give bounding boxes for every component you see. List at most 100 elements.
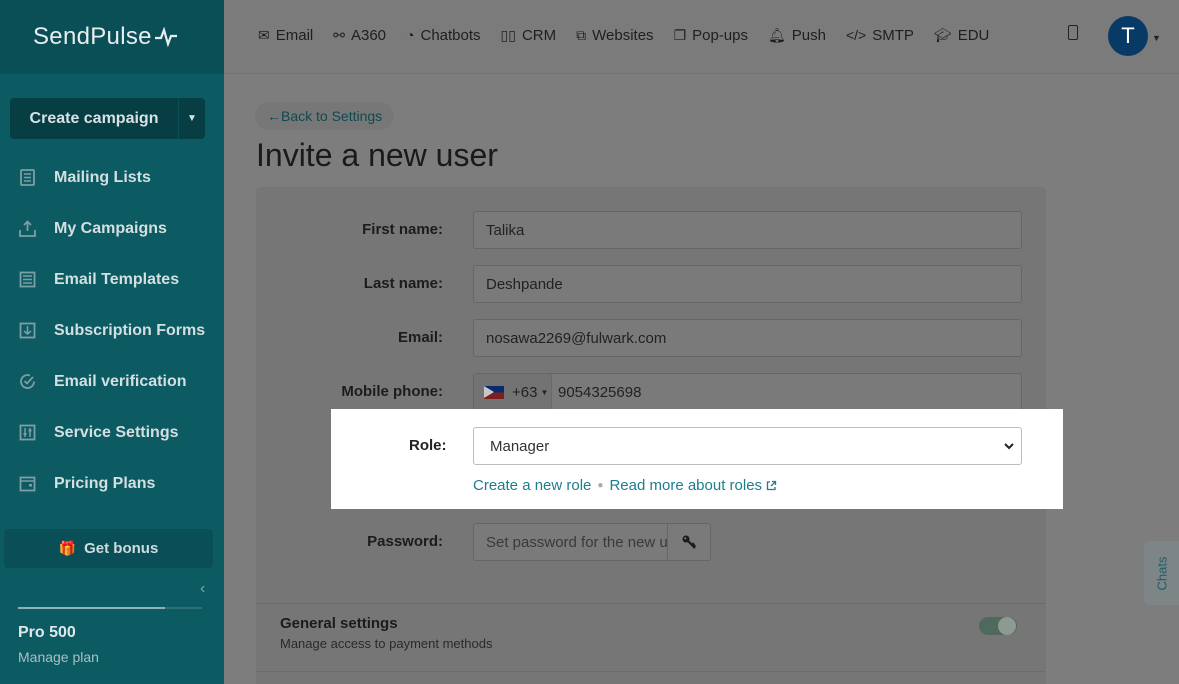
sidebar: SendPulse Create campaign ▼ Mailing List… bbox=[0, 0, 224, 684]
collapse-sidebar-chevron-icon[interactable]: ‹ bbox=[200, 580, 205, 598]
address-book-icon bbox=[19, 169, 36, 186]
sendpulse-logo[interactable]: SendPulse bbox=[0, 0, 224, 74]
password-label: Password: bbox=[367, 533, 443, 550]
sidebar-item-pricing-plans[interactable]: Pricing Plans bbox=[0, 458, 224, 509]
sidebar-item-label: Mailing Lists bbox=[54, 168, 151, 186]
user-menu-caret-icon[interactable]: ▼ bbox=[1152, 33, 1161, 43]
top-bar: ✉ Email ⚯ A360 ◔ Chatbots ▯▯ CRM ⧉ Websites ❐… bbox=[224, 0, 1179, 74]
topnav-label: SMTP bbox=[872, 26, 914, 44]
topnav-popups[interactable]: ❐ Pop-ups bbox=[674, 27, 748, 44]
mobile-app-icon[interactable] bbox=[1068, 25, 1078, 40]
general-settings-subtitle: Manage access to payment methods bbox=[280, 636, 493, 651]
topnav-a360[interactable]: ⚯ A360 bbox=[333, 27, 386, 44]
topnav-label: Chatbots bbox=[420, 26, 481, 44]
plan-usage-progress bbox=[18, 607, 202, 609]
topnav-label: Websites bbox=[592, 26, 654, 44]
topnav-label: Push bbox=[791, 26, 826, 44]
topnav-edu[interactable]: 🎓︎ EDU bbox=[934, 27, 989, 44]
role-select[interactable]: Manager bbox=[473, 427, 1022, 465]
sidebar-item-mailing-lists[interactable]: Mailing Lists bbox=[0, 152, 224, 203]
mobile-phone-input: +63 ▼ 9054325698 bbox=[473, 373, 1022, 411]
mobile-phone-row: Mobile phone: +63 ▼ 9054325698 bbox=[256, 373, 1046, 411]
sidebar-item-email-verification[interactable]: Email verification bbox=[0, 356, 224, 407]
wallet-icon bbox=[19, 475, 36, 492]
template-icon bbox=[19, 271, 36, 288]
separator-dot: ● bbox=[597, 480, 604, 491]
form-icon bbox=[19, 322, 36, 339]
first-name-row: First name: Talika bbox=[256, 211, 1046, 249]
divider bbox=[256, 671, 1046, 672]
page-title: Invite a new user bbox=[256, 137, 498, 173]
email-label: Email: bbox=[397, 329, 443, 346]
plan-usage-fill bbox=[18, 607, 166, 609]
get-bonus-label: Get bonus bbox=[84, 540, 159, 557]
first-name-input[interactable]: Talika bbox=[473, 211, 1022, 249]
key-icon bbox=[682, 535, 696, 549]
sidebar-item-label: Service Settings bbox=[54, 423, 179, 441]
user-avatar[interactable]: T bbox=[1108, 16, 1148, 56]
topnav-email[interactable]: ✉ Email bbox=[258, 27, 313, 44]
role-label: Role: bbox=[409, 437, 447, 454]
password-row: Password: Set password for the new user bbox=[256, 523, 1046, 561]
sidebar-item-label: Email Templates bbox=[54, 270, 180, 288]
generate-password-button[interactable] bbox=[667, 523, 711, 561]
back-to-settings-link[interactable]: ←Back to Settings bbox=[255, 102, 395, 130]
top-nav: ✉ Email ⚯ A360 ◔ Chatbots ▯▯ CRM ⧉ Websites ❐… bbox=[258, 0, 1009, 70]
password-input[interactable]: Set password for the new user bbox=[473, 523, 668, 561]
kanban-icon: ▯▯ bbox=[500, 26, 516, 43]
read-more-roles-link[interactable]: Read more about roles bbox=[609, 477, 762, 494]
chats-label: Chats bbox=[1154, 556, 1169, 590]
email-input[interactable]: nosawa2269@fulwark.com bbox=[473, 319, 1022, 357]
phone-number-field[interactable]: 9054325698 bbox=[552, 384, 641, 401]
topnav-push[interactable]: 🔔︎ Push bbox=[768, 27, 826, 44]
chat-bubble-icon: ◔ bbox=[406, 27, 415, 43]
create-campaign-dropdown-caret-icon[interactable]: ▼ bbox=[179, 98, 205, 139]
cursor-window-icon: ⧉ bbox=[576, 26, 587, 43]
topnav-smtp[interactable]: </> SMTP bbox=[846, 27, 914, 44]
last-name-row: Last name: Deshpande bbox=[256, 265, 1046, 303]
sidebar-nav: Mailing Lists My Campaigns Email Templat… bbox=[0, 152, 224, 509]
brand-name: SendPulse bbox=[33, 23, 152, 50]
sidebar-item-my-campaigns[interactable]: My Campaigns bbox=[0, 203, 224, 254]
sidebar-item-email-templates[interactable]: Email Templates bbox=[0, 254, 224, 305]
sidebar-item-label: Pricing Plans bbox=[54, 474, 156, 492]
chevron-down-icon bbox=[1004, 443, 1014, 450]
chats-tab[interactable]: Chats bbox=[1144, 541, 1179, 605]
sidebar-item-service-settings[interactable]: Service Settings bbox=[0, 407, 224, 458]
sidebar-item-label: Email verification bbox=[54, 372, 187, 390]
philippines-flag-icon bbox=[484, 385, 504, 399]
graduation-cap-icon: 🎓︎ bbox=[933, 26, 952, 43]
general-settings-toggle[interactable] bbox=[979, 617, 1017, 635]
send-tray-icon bbox=[19, 220, 36, 237]
last-name-input[interactable]: Deshpande bbox=[473, 265, 1022, 303]
role-links: Create a new role ● Read more about role… bbox=[473, 477, 777, 494]
pulse-icon bbox=[154, 27, 177, 47]
topnav-crm[interactable]: ▯▯ CRM bbox=[501, 27, 557, 44]
topnav-label: Pop-ups bbox=[692, 26, 748, 44]
main-content: ←Back to Settings Invite a new user Firs… bbox=[224, 75, 1179, 684]
sidebar-item-subscription-forms[interactable]: Subscription Forms bbox=[0, 305, 224, 356]
sidebar-item-label: My Campaigns bbox=[54, 219, 167, 237]
external-link-icon bbox=[766, 480, 777, 491]
divider bbox=[256, 603, 1046, 604]
topnav-chatbots[interactable]: ◔ Chatbots bbox=[406, 27, 481, 44]
popup-icon: ❐ bbox=[673, 26, 687, 43]
topnav-websites[interactable]: ⧉ Websites bbox=[576, 27, 653, 44]
manage-plan-link[interactable]: Manage plan bbox=[18, 649, 99, 665]
bell-icon: 🔔︎ bbox=[768, 26, 786, 43]
flow-icon: ⚯ bbox=[333, 26, 345, 43]
last-name-label: Last name: bbox=[363, 275, 443, 292]
gift-icon: 🎁 bbox=[58, 540, 77, 556]
create-new-role-link[interactable]: Create a new role bbox=[473, 477, 591, 494]
envelope-icon: ✉ bbox=[258, 26, 270, 43]
create-campaign-group: Create campaign ▼ bbox=[10, 98, 205, 139]
create-campaign-button[interactable]: Create campaign bbox=[10, 98, 179, 139]
first-name-label: First name: bbox=[362, 221, 443, 238]
mobile-phone-label: Mobile phone: bbox=[341, 383, 443, 400]
topnav-label: Email bbox=[275, 26, 314, 44]
settings-sliders-icon bbox=[19, 424, 36, 441]
code-icon: </> bbox=[845, 27, 867, 43]
topnav-label: CRM bbox=[521, 26, 557, 44]
get-bonus-button[interactable]: 🎁 Get bonus bbox=[4, 529, 213, 568]
country-code-selector[interactable]: +63 ▼ bbox=[474, 374, 552, 410]
